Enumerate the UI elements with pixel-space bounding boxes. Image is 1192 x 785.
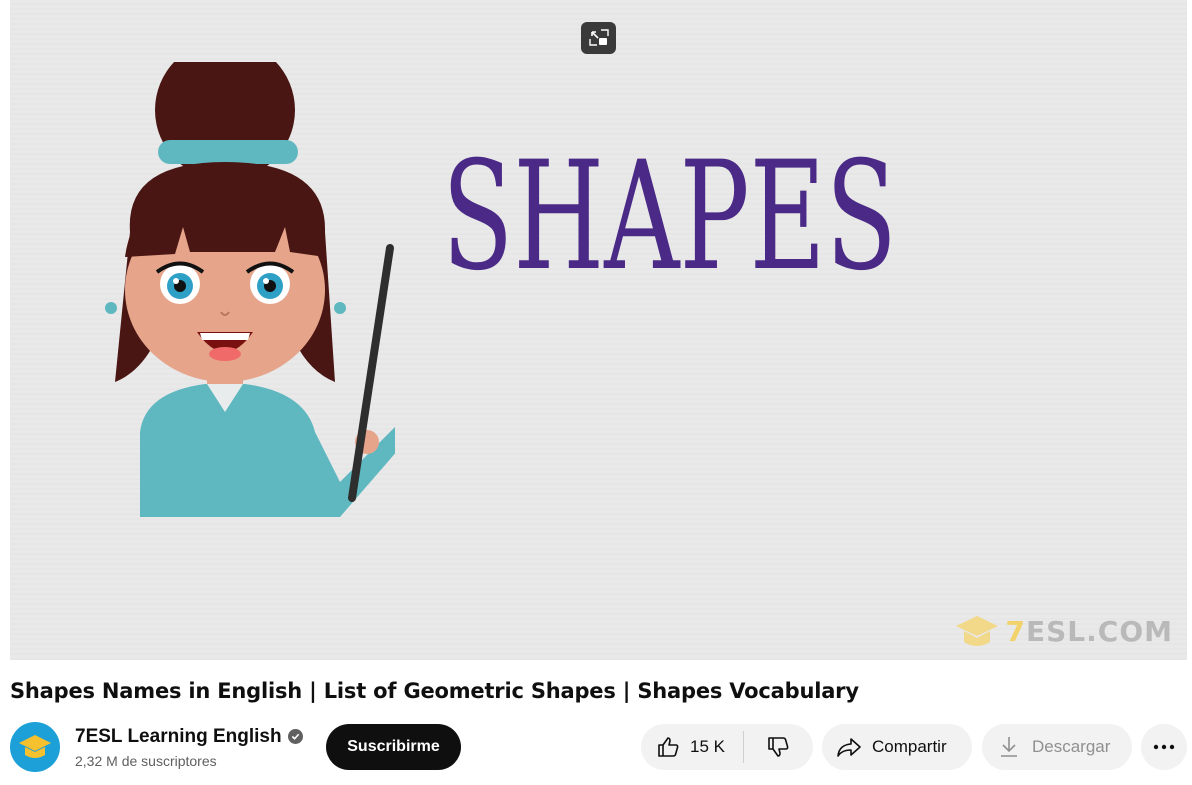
verified-check-icon: [287, 729, 303, 744]
exit-pip-button[interactable]: [581, 22, 616, 54]
graduation-cap-icon: [19, 735, 51, 758]
channel-avatar[interactable]: [10, 722, 60, 772]
headline-text: SHAPES: [442, 130, 897, 288]
thumbs-up-icon: [658, 737, 679, 757]
download-button[interactable]: Descargar: [982, 724, 1132, 770]
like-button[interactable]: 15 K: [641, 731, 744, 763]
share-arrow-icon: [837, 738, 861, 757]
video-title: Shapes Names in English | List of Geomet…: [10, 679, 859, 703]
subscriber-count: 2,32 M de suscriptores: [75, 752, 217, 769]
dislike-button[interactable]: [744, 724, 813, 770]
subscribe-button[interactable]: Suscribirme: [326, 724, 461, 770]
watermark-logo: 7ESL.COM: [954, 612, 1173, 650]
channel-name[interactable]: 7ESL Learning English: [75, 726, 282, 748]
channel-owner: 7ESL Learning English 2,32 M de suscript…: [10, 719, 303, 775]
like-dislike-group: 15 K: [641, 724, 813, 770]
pointer-stick: [348, 244, 394, 502]
graduation-cap-icon: [955, 616, 998, 646]
exit-picture-in-picture-icon: [588, 29, 609, 46]
download-label: Descargar: [1032, 737, 1111, 756]
like-count: 15 K: [690, 737, 725, 756]
share-label: Compartir: [872, 737, 947, 756]
video-player[interactable]: SHAPES 7ESL.COM: [10, 0, 1187, 660]
watermark-text: 7ESL.COM: [1005, 614, 1173, 648]
share-button[interactable]: Compartir: [822, 724, 972, 770]
thumbs-down-icon: [768, 737, 789, 757]
shapes-headline: SHAPES: [438, 118, 908, 304]
more-actions-button[interactable]: [1141, 724, 1187, 770]
more-horizontal-icon: [1153, 744, 1175, 750]
download-icon: [1001, 737, 1017, 757]
channel-info: 7ESL Learning English 2,32 M de suscript…: [75, 726, 303, 769]
